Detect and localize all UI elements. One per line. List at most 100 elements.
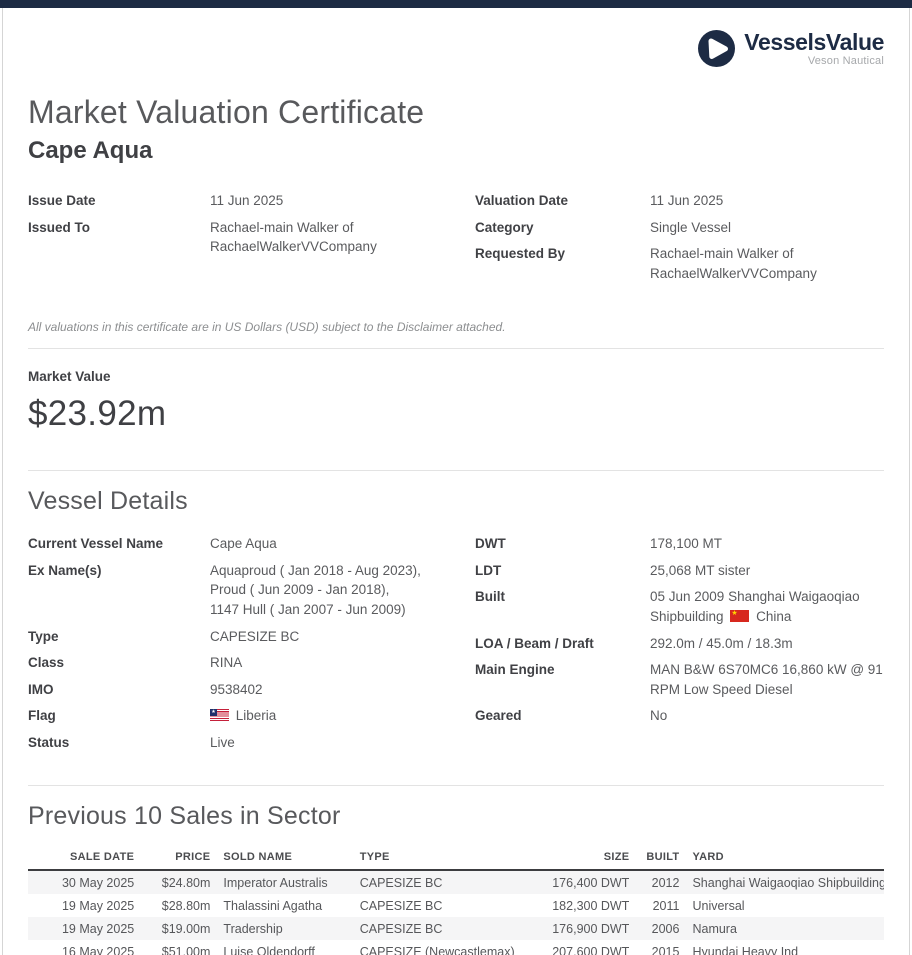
sale-cell: Namura [679, 917, 884, 940]
currency-disclaimer: All valuations in this certificate are i… [28, 320, 884, 334]
vesselsvalue-logo-icon [698, 30, 735, 72]
logo-row: VesselsValue Veson Nautical [28, 30, 884, 72]
meta-left-column: Issue Date11 Jun 2025Issued ToRachael-ma… [28, 191, 475, 290]
sales-table-body: 30 May 2025$24.80mImperator AustralisCAP… [28, 870, 884, 955]
detail-row: IMO9538402 [28, 680, 475, 700]
column-header: SOLD NAME [210, 847, 346, 870]
field-value: Live [210, 733, 475, 753]
china-flag-icon [730, 610, 749, 622]
sale-cell: 176,900 DWT [520, 917, 629, 940]
sale-cell: Hyundai Heavy Ind [679, 940, 884, 955]
certificate-page: VesselsValue Veson Nautical Market Valua… [0, 0, 912, 955]
detail-row: Main EngineMAN B&W 6S70MC6 16,860 kW @ 9… [475, 660, 884, 699]
sale-cell: 182,300 DWT [520, 894, 629, 917]
field-value: No [650, 706, 884, 726]
sale-cell: 2015 [629, 940, 679, 955]
detail-row: TypeCAPESIZE BC [28, 627, 475, 647]
vessel-details-right-column: DWT178,100 MTLDT25,068 MT sisterBuilt05 … [475, 534, 884, 759]
sale-cell: CAPESIZE BC [347, 894, 520, 917]
vessel-details-left-column: Current Vessel NameCape Aqua Ex Name(s)Aq… [28, 534, 475, 759]
sale-cell: $19.00m [134, 917, 210, 940]
market-value-label: Market Value [28, 369, 884, 384]
sale-cell: Luise Oldendorff [210, 940, 346, 955]
sales-table-header: SALE DATEPRICESOLD NAMETYPESIZEBUILTYARD [28, 847, 884, 870]
field-value: Rachael-main Walker ofRachaelWalkerVVCom… [650, 244, 884, 283]
logo-texts: VesselsValue Veson Nautical [744, 30, 884, 67]
field-label: Ex Name(s) [28, 561, 210, 620]
sale-cell: Thalassini Agatha [210, 894, 346, 917]
field-value: RINA [210, 653, 475, 673]
divider [28, 348, 884, 349]
sale-row: 16 May 2025$51.00mLuise OldendorffCAPESI… [28, 940, 884, 955]
column-header: BUILT [629, 847, 679, 870]
field-value: 11 Jun 2025 [210, 191, 475, 211]
sale-cell: 2006 [629, 917, 679, 940]
detail-row: Issue Date11 Jun 2025 [28, 191, 475, 211]
field-label: Issued To [28, 218, 210, 257]
field-label: Issue Date [28, 191, 210, 211]
sale-cell: 176,400 DWT [520, 870, 629, 894]
field-label: IMO [28, 680, 210, 700]
detail-row: StatusLive [28, 733, 475, 753]
sale-cell: $24.80m [134, 870, 210, 894]
sale-cell: CAPESIZE BC [347, 870, 520, 894]
detail-row: Issued ToRachael-main Walker ofRachaelWa… [28, 218, 475, 257]
field-label: Current Vessel Name [28, 534, 210, 554]
divider [28, 470, 884, 471]
field-value: MAN B&W 6S70MC6 16,860 kW @ 91RPM Low Sp… [650, 660, 884, 699]
certificate-meta: Issue Date11 Jun 2025Issued ToRachael-ma… [28, 191, 884, 290]
market-value-amount: $23.92m [28, 394, 884, 434]
field-label: Flag [28, 706, 210, 726]
field-value: 25,068 MT sister [650, 561, 884, 581]
logo-brand-text: VesselsValue [744, 30, 884, 55]
sale-cell: Universal [679, 894, 884, 917]
detail-row: Flag Liberia [28, 706, 475, 726]
sale-row: 19 May 2025$28.80mThalassini AgathaCAPES… [28, 894, 884, 917]
field-label: LDT [475, 561, 650, 581]
sale-cell: $28.80m [134, 894, 210, 917]
field-label: Requested By [475, 244, 650, 283]
certificate-sheet: VesselsValue Veson Nautical Market Valua… [2, 8, 910, 955]
field-label: Status [28, 733, 210, 753]
detail-row: Built05 Jun 2009 Shanghai WaigaoqiaoShip… [475, 587, 884, 626]
detail-row: CategorySingle Vessel [475, 218, 884, 238]
sale-cell: 16 May 2025 [28, 940, 134, 955]
previous-sales-table: SALE DATEPRICESOLD NAMETYPESIZEBUILTYARD… [28, 847, 884, 955]
field-value: 05 Jun 2009 Shanghai WaigaoqiaoShipbuild… [650, 587, 884, 626]
previous-sales-heading: Previous 10 Sales in Sector [28, 802, 884, 831]
field-value: Rachael-main Walker ofRachaelWalkerVVCom… [210, 218, 475, 257]
field-label: Category [475, 218, 650, 238]
page-title: Market Valuation Certificate [28, 94, 884, 131]
column-header: SALE DATE [28, 847, 134, 870]
detail-row: LOA / Beam / Draft292.0m / 45.0m / 18.3m [475, 634, 884, 654]
field-label: Valuation Date [475, 191, 650, 211]
sale-cell: 19 May 2025 [28, 917, 134, 940]
field-label: Main Engine [475, 660, 650, 699]
vesselsvalue-logo: VesselsValue Veson Nautical [698, 30, 884, 72]
column-header: TYPE [347, 847, 520, 870]
divider [28, 785, 884, 786]
detail-row: GearedNo [475, 706, 884, 726]
sale-cell: 19 May 2025 [28, 894, 134, 917]
sale-row: 19 May 2025$19.00mTradershipCAPESIZE BC1… [28, 917, 884, 940]
sale-cell: $51.00m [134, 940, 210, 955]
sale-cell: 2011 [629, 894, 679, 917]
field-label: Type [28, 627, 210, 647]
column-header: PRICE [134, 847, 210, 870]
detail-row: Current Vessel NameCape Aqua [28, 534, 475, 554]
sale-cell: Tradership [210, 917, 346, 940]
field-label: Class [28, 653, 210, 673]
field-value: 292.0m / 45.0m / 18.3m [650, 634, 884, 654]
field-value: CAPESIZE BC [210, 627, 475, 647]
sale-cell: 207,600 DWT [520, 940, 629, 955]
sale-cell: Shanghai Waigaoqiao Shipbuilding [679, 870, 884, 894]
sale-cell: CAPESIZE BC [347, 917, 520, 940]
detail-row: LDT25,068 MT sister [475, 561, 884, 581]
column-header: SIZE [520, 847, 629, 870]
sale-cell: Imperator Australis [210, 870, 346, 894]
detail-row: ClassRINA [28, 653, 475, 673]
field-value: 11 Jun 2025 [650, 191, 884, 211]
detail-row: Ex Name(s)Aquaproud ( Jan 2018 - Aug 202… [28, 561, 475, 620]
field-label: DWT [475, 534, 650, 554]
column-header: YARD [679, 847, 884, 870]
